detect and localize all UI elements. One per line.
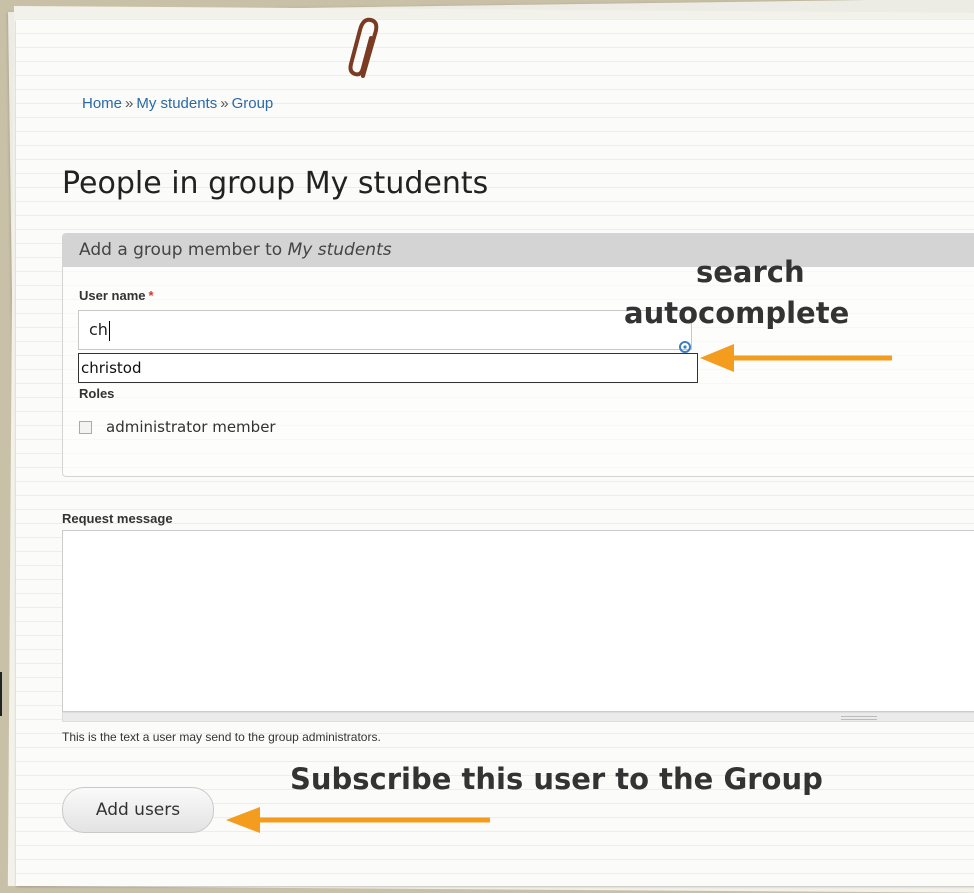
add-member-legend: Add a group member to My students xyxy=(63,234,974,267)
arrow-left-icon xyxy=(226,807,490,833)
annotation-autocomplete: autocomplete xyxy=(624,296,850,330)
legend-prefix: Add a group member to xyxy=(79,240,283,260)
username-label-text: User name xyxy=(79,288,146,303)
legend-group-name: My students xyxy=(287,240,392,260)
add-users-button[interactable]: Add users xyxy=(62,787,214,833)
throbber-icon xyxy=(679,341,691,353)
required-marker: * xyxy=(148,288,154,303)
request-help-text: This is the text a user may send to the … xyxy=(62,730,381,744)
administrator-member-label[interactable]: administrator member xyxy=(106,418,276,436)
annotation-search: search xyxy=(696,255,805,289)
annotation-subscribe: Subscribe this user to the Group xyxy=(290,762,823,796)
request-message-label: Request message xyxy=(62,511,173,526)
textarea-resize-grip[interactable] xyxy=(62,712,974,722)
roles-label: Roles xyxy=(79,386,115,401)
edge-mark xyxy=(0,672,8,716)
breadcrumb-separator: » xyxy=(220,95,229,112)
breadcrumb-group-link[interactable]: Group xyxy=(232,95,274,112)
administrator-member-checkbox[interactable] xyxy=(79,421,92,434)
request-message-textarea[interactable] xyxy=(62,530,974,712)
breadcrumb-home-link[interactable]: Home xyxy=(82,95,122,112)
text-caret xyxy=(108,320,110,341)
grip-handle xyxy=(841,716,877,720)
username-input[interactable]: ch xyxy=(78,310,692,350)
username-value: ch xyxy=(89,320,108,339)
paperclip-icon xyxy=(348,17,379,78)
breadcrumb-my-students-link[interactable]: My students xyxy=(136,95,217,112)
breadcrumb-separator: » xyxy=(125,95,134,112)
breadcrumb: Home» My students» Group xyxy=(82,95,273,112)
arrow-left-icon xyxy=(700,344,892,372)
username-label: User name * xyxy=(79,288,154,303)
autocomplete-suggestion[interactable]: christod xyxy=(78,353,698,383)
page-title: People in group My students xyxy=(62,166,489,201)
